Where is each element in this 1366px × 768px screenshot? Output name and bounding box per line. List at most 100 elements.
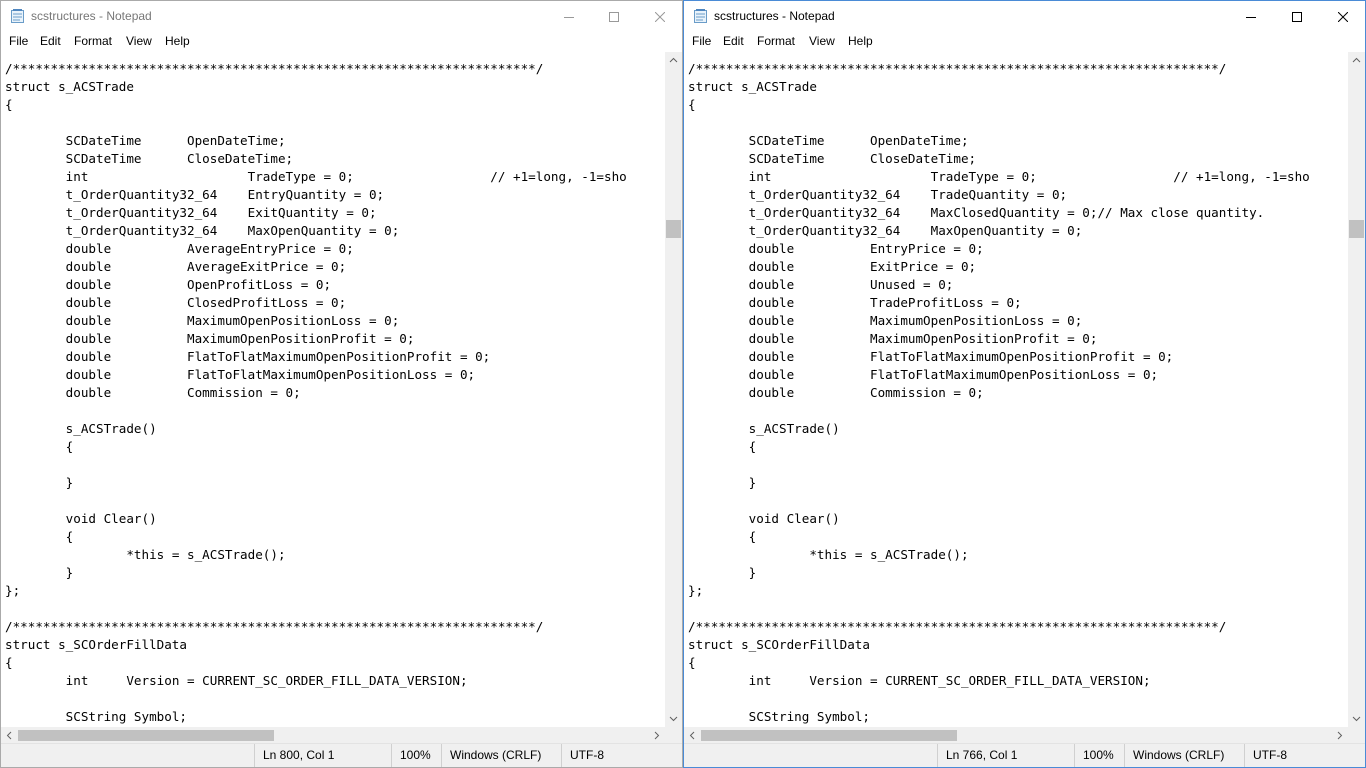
status-line-endings: Windows (CRLF) [441,744,562,767]
text-line: }; [5,583,21,598]
status-position: Ln 800, Col 1 [254,744,394,767]
text-line: { [5,529,74,544]
text-line: struct s_ACSTrade [688,79,817,94]
menu-help[interactable]: Help [846,34,875,48]
scroll-down-icon[interactable] [669,714,678,723]
text-line: double FlatToFlatMaximumOpenPositionLoss… [5,367,476,382]
title-bar[interactable]: scstructures - Notepad [684,1,1365,32]
text-line: double FlatToFlatMaximumOpenPositionProf… [688,349,1174,364]
text-line [688,690,1347,708]
vertical-scrollbar[interactable] [1348,52,1365,727]
close-icon [655,11,665,22]
vertical-scroll-thumb[interactable] [666,220,681,238]
scroll-left-icon[interactable] [5,731,14,740]
text-line: double MaximumOpenPositionProfit = 0; [688,331,1098,346]
text-line [688,402,1347,420]
menu-file[interactable]: File [690,34,713,48]
text-editor[interactable]: /***************************************… [688,60,1347,727]
text-line: double Unused = 0; [688,277,954,292]
menu-file[interactable]: File [7,34,30,48]
scroll-right-icon[interactable] [652,731,661,740]
notepad-window-left[interactable]: scstructures - Notepad File Edit Format … [0,0,683,768]
horizontal-scroll-thumb[interactable] [701,730,957,741]
status-bar: Ln 766, Col 1 100% Windows (CRLF) UTF-8 [684,743,1365,767]
text-line: int Version = CURRENT_SC_ORDER_FILL_DATA… [5,673,468,688]
text-line: double FlatToFlatMaximumOpenPositionLoss… [688,367,1159,382]
horizontal-scrollbar[interactable] [684,727,1348,744]
vertical-scroll-thumb[interactable] [1349,220,1364,238]
text-line: int TradeType = 0; // +1=long, -1=sho [688,169,1310,184]
text-line: } [688,565,757,580]
text-line: t_OrderQuantity32_64 TradeQuantity = 0; [688,187,1068,202]
text-line: t_OrderQuantity32_64 MaxOpenQuantity = 0… [5,223,400,238]
text-line: t_OrderQuantity32_64 MaxClosedQuantity =… [688,205,1265,220]
minimize-button[interactable] [546,1,592,32]
maximize-button[interactable] [591,1,637,32]
minimize-icon [1246,16,1256,18]
text-line: struct s_SCOrderFillData [5,637,187,652]
menu-bar: File Edit Format View Help [1,32,682,52]
notepad-window-right[interactable]: scstructures - Notepad File Edit Format … [683,0,1366,768]
text-line: void Clear() [5,511,157,526]
text-line [5,402,664,420]
scroll-left-icon[interactable] [688,731,697,740]
scroll-right-icon[interactable] [1335,731,1344,740]
text-line: /***************************************… [5,619,544,634]
maximize-button[interactable] [1274,1,1320,32]
status-position: Ln 766, Col 1 [937,744,1077,767]
status-zoom: 100% [1074,744,1125,767]
scroll-down-icon[interactable] [1352,714,1361,723]
scroll-up-icon[interactable] [1352,56,1361,65]
text-line [5,690,664,708]
text-editor[interactable]: /***************************************… [5,60,664,727]
text-line: { [688,529,757,544]
menu-edit[interactable]: Edit [38,34,63,48]
text-line: t_OrderQuantity32_64 MaxOpenQuantity = 0… [688,223,1083,238]
menu-edit[interactable]: Edit [721,34,746,48]
text-line: SCDateTime CloseDateTime; [688,151,977,166]
text-line: s_ACSTrade() [688,421,840,436]
menu-view[interactable]: View [124,34,154,48]
text-line: s_ACSTrade() [5,421,157,436]
text-line: SCString Symbol; [5,709,187,724]
status-bar: Ln 800, Col 1 100% Windows (CRLF) UTF-8 [1,743,682,767]
text-line: double Commission = 0; [688,385,984,400]
text-line: *this = s_ACSTrade(); [5,547,286,562]
text-line: { [688,97,696,112]
text-line: double MaximumOpenPositionProfit = 0; [5,331,415,346]
text-line [688,492,1347,510]
vertical-scrollbar[interactable] [665,52,682,727]
menu-format[interactable]: Format [72,34,114,48]
text-line: double AverageExitPrice = 0; [5,259,347,274]
text-line: /***************************************… [688,619,1227,634]
text-line: int TradeType = 0; // +1=long, -1=sho [5,169,627,184]
notepad-icon [694,9,707,23]
scroll-up-icon[interactable] [669,56,678,65]
text-line: { [5,655,13,670]
text-line: *this = s_ACSTrade(); [688,547,969,562]
title-bar[interactable]: scstructures - Notepad [1,1,682,32]
horizontal-scrollbar[interactable] [1,727,665,744]
text-line: double FlatToFlatMaximumOpenPositionProf… [5,349,491,364]
text-line [688,456,1347,474]
window-title: scstructures - Notepad [31,9,152,23]
menu-format[interactable]: Format [755,34,797,48]
minimize-button[interactable] [1228,1,1274,32]
status-zoom: 100% [391,744,442,767]
text-line: SCDateTime CloseDateTime; [5,151,294,166]
notepad-icon [11,9,24,23]
text-line: double EntryPrice = 0; [688,241,984,256]
status-line-endings: Windows (CRLF) [1124,744,1245,767]
text-line: void Clear() [688,511,840,526]
text-line: double ClosedProfitLoss = 0; [5,295,347,310]
close-button[interactable] [1320,1,1365,32]
close-button[interactable] [637,1,682,32]
text-line: } [688,475,757,490]
menu-view[interactable]: View [807,34,837,48]
horizontal-scroll-thumb[interactable] [18,730,274,741]
text-line [5,600,664,618]
scrollbar-corner [1348,727,1365,744]
menu-help[interactable]: Help [163,34,192,48]
close-icon [1338,11,1348,22]
maximize-icon [609,11,619,22]
